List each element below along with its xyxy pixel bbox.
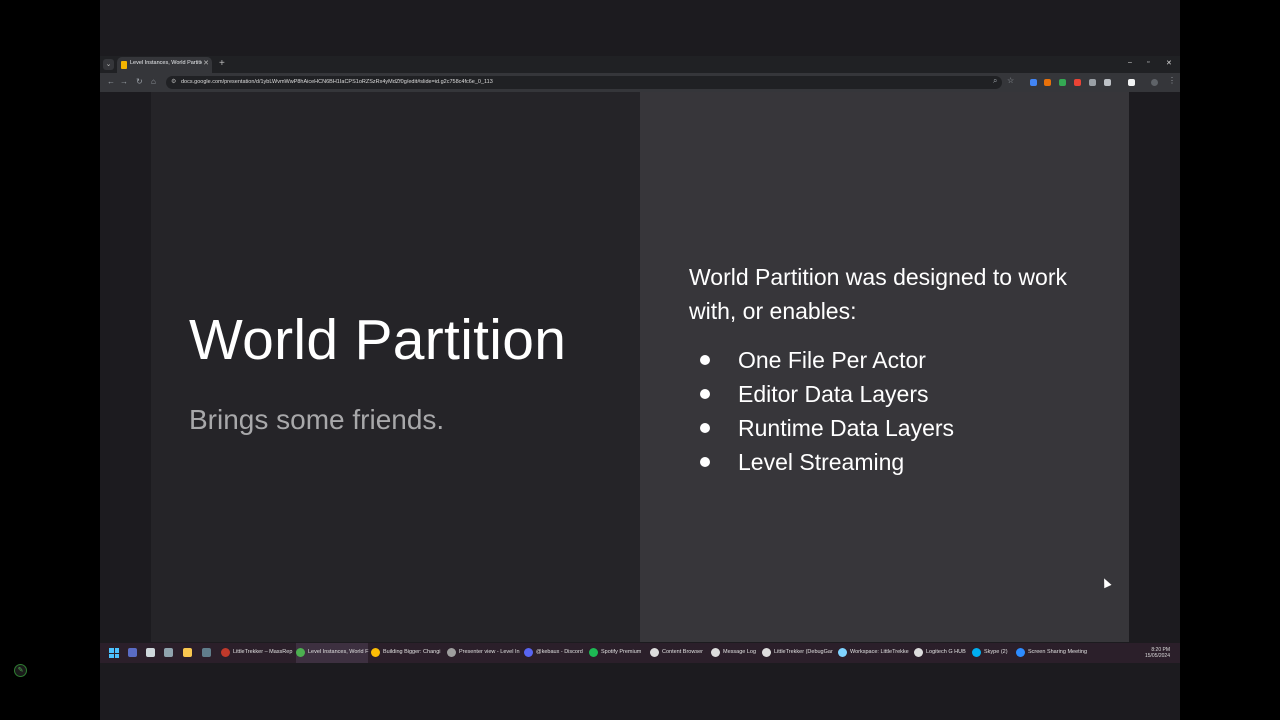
- screen: ⌄ Level Instances, World Partition ✕ + –…: [100, 0, 1180, 720]
- tab-close-icon[interactable]: ✕: [203, 59, 209, 67]
- tab-search-icon[interactable]: ⌄: [103, 59, 114, 70]
- slide-bullet-list: One File Per Actor Editor Data Layers Ru…: [700, 343, 954, 479]
- taskbar-app-icon: [650, 648, 659, 657]
- taskbar-app-label: @kebaux - Discord: [536, 649, 583, 655]
- bullet-item: Runtime Data Layers: [700, 411, 954, 445]
- taskbar-app-icon: [1016, 648, 1025, 657]
- slides-favicon-icon: [121, 61, 127, 69]
- bullet-dot-icon: [700, 457, 710, 467]
- bullet-item: One File Per Actor: [700, 343, 954, 377]
- bullet-dot-icon: [700, 355, 710, 365]
- taskbar-app-icon: [221, 648, 230, 657]
- home-icon[interactable]: ⌂: [151, 77, 156, 86]
- taskbar-pinned-icon[interactable]: [164, 648, 173, 657]
- url-text: docs.google.com/presentation/d/1ybLWvmWw…: [181, 79, 493, 85]
- taskbar-app-label: Level Instances, World F: [308, 649, 369, 655]
- annotation-pencil-icon[interactable]: ✎: [14, 664, 27, 677]
- slide-right-panel: World Partition was designed to work wit…: [640, 92, 1129, 642]
- extension-icon[interactable]: [1074, 79, 1081, 86]
- taskbar-app-label: Spotify Premium: [601, 649, 642, 655]
- bullet-text: One File Per Actor: [738, 347, 926, 373]
- address-bar[interactable]: ⚙ docs.google.com/presentation/d/1ybLWvm…: [166, 76, 1002, 89]
- taskbar-app-button[interactable]: Spotify Premium: [589, 643, 647, 663]
- zoom-icon[interactable]: ⌕: [993, 76, 997, 86]
- taskbar-app-label: Content Browser: [662, 649, 703, 655]
- extensions-puzzle-icon[interactable]: [1104, 79, 1111, 86]
- taskbar-app-button[interactable]: Message Log: [711, 643, 759, 663]
- profile-avatar-icon[interactable]: [1151, 79, 1158, 86]
- taskbar-app-button[interactable]: Screen Sharing Meeting: [1016, 643, 1096, 663]
- bookmark-star-icon[interactable]: ☆: [1007, 76, 1014, 85]
- taskbar-app-button[interactable]: Building Bigger: Changi: [371, 643, 443, 663]
- taskbar-app-icon: [296, 648, 305, 657]
- bullet-text: Level Streaming: [738, 449, 905, 475]
- taskbar-app-icon: [589, 648, 598, 657]
- slide-subtitle: Brings some friends.: [189, 404, 445, 435]
- forward-icon[interactable]: →: [120, 77, 128, 86]
- taskbar-app-icon: [762, 648, 771, 657]
- taskbar-app-button[interactable]: LittleTrekker (DebugGar: [762, 643, 834, 663]
- new-tab-button[interactable]: +: [219, 58, 225, 70]
- bullet-dot-icon: [700, 423, 710, 433]
- taskbar-app-button[interactable]: Workspace: LittleTrekke: [838, 643, 910, 663]
- taskbar-app-label: LittleTrekker – MassRep: [233, 649, 293, 655]
- slide-left-panel: World Partition Brings some friends.: [151, 92, 640, 642]
- taskbar-app-label: Message Log: [723, 649, 757, 655]
- taskbar-app-button[interactable]: Content Browser: [650, 643, 708, 663]
- reload-icon[interactable]: ↻: [136, 77, 143, 86]
- restore-button[interactable]: ▫: [1147, 59, 1149, 66]
- taskbar-app-icon: [711, 648, 720, 657]
- browser-tab[interactable]: Level Instances, World Partition ✕: [117, 57, 212, 73]
- taskbar-pinned-icon[interactable]: [128, 648, 137, 657]
- bullet-item: Level Streaming: [700, 445, 954, 479]
- bullet-dot-icon: [700, 389, 710, 399]
- taskbar-app-button[interactable]: Skype (2): [972, 643, 1012, 663]
- taskbar-app-label: Building Bigger: Changi: [383, 649, 441, 655]
- close-window-button[interactable]: ✕: [1166, 59, 1172, 67]
- site-info-icon[interactable]: ⚙: [171, 78, 176, 85]
- slide-title: World Partition: [189, 308, 567, 372]
- browser-toolbar: ← → ↻ ⌂ ⚙ docs.google.com/presentation/d…: [100, 73, 1180, 92]
- taskbar-app-button[interactable]: Logitech G HUB: [914, 643, 969, 663]
- taskbar: LittleTrekker – MassRep Level Instances, …: [100, 643, 1180, 663]
- extension-icon[interactable]: [1089, 79, 1096, 86]
- taskbar-app-label: Skype (2): [984, 649, 1008, 655]
- back-icon[interactable]: ←: [107, 77, 115, 86]
- more-menu-icon[interactable]: ⋮: [1168, 76, 1176, 85]
- taskbar-app-label: LittleTrekker (DebugGar: [774, 649, 833, 655]
- taskbar-app-label: Screen Sharing Meeting: [1028, 649, 1088, 655]
- taskbar-app-icon: [447, 648, 456, 657]
- windows-start-icon[interactable]: [109, 648, 119, 658]
- tab-title: Level Instances, World Partition: [130, 60, 202, 66]
- bullet-text: Runtime Data Layers: [738, 415, 955, 441]
- bullet-text: Editor Data Layers: [738, 381, 929, 407]
- taskbar-app-button[interactable]: @kebaux - Discord: [524, 643, 586, 663]
- file-explorer-icon[interactable]: [183, 648, 192, 657]
- taskbar-app-icon: [972, 648, 981, 657]
- slide-intro-text: World Partition was designed to work wit…: [689, 264, 1067, 324]
- taskbar-app-label: Workspace: LittleTrekke: [850, 649, 909, 655]
- taskbar-app-label: Presenter view - Level In: [459, 649, 520, 655]
- taskbar-app-button[interactable]: Presenter view - Level In: [447, 643, 520, 663]
- browser-tab-bar: ⌄ Level Instances, World Partition ✕ + –…: [100, 56, 1180, 73]
- taskbar-app-icon: [914, 648, 923, 657]
- clock-date: 15/05/2024: [1144, 653, 1170, 659]
- extension-icon[interactable]: [1030, 79, 1037, 86]
- taskbar-app-label: Logitech G HUB: [926, 649, 966, 655]
- extension-icon[interactable]: [1044, 79, 1051, 86]
- taskbar-app-button[interactable]: Level Instances, World F: [296, 643, 368, 663]
- taskbar-pinned-icon[interactable]: [202, 648, 211, 657]
- system-clock[interactable]: 8:20 PM 15/05/2024: [1145, 647, 1170, 659]
- bullet-item: Editor Data Layers: [700, 377, 954, 411]
- minimize-button[interactable]: –: [1128, 59, 1132, 66]
- taskbar-app-icon: [838, 648, 847, 657]
- taskbar-pinned-icon[interactable]: [146, 648, 155, 657]
- taskbar-app-button[interactable]: LittleTrekker – MassRep: [221, 643, 293, 663]
- extension-icon[interactable]: [1059, 79, 1066, 86]
- google-lens-icon[interactable]: [1128, 79, 1135, 86]
- taskbar-app-icon: [371, 648, 380, 657]
- taskbar-app-icon: [524, 648, 533, 657]
